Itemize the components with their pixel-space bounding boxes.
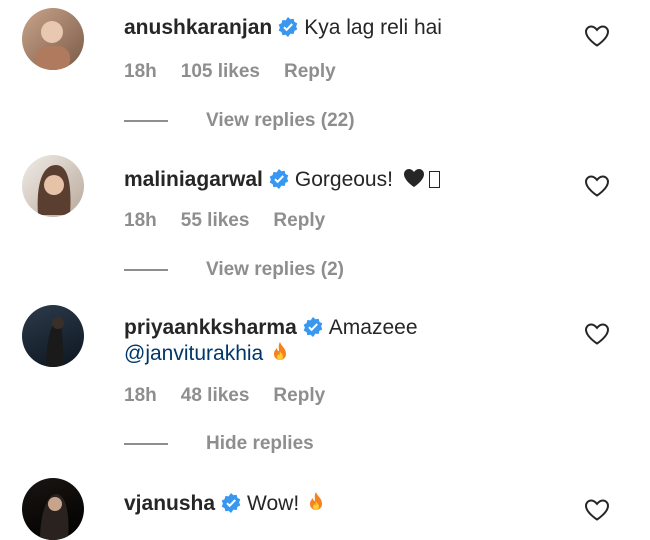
black-heart-emoji-icon bbox=[403, 169, 424, 187]
like-heart-icon[interactable] bbox=[584, 24, 610, 48]
comment-time: 18h bbox=[124, 61, 157, 82]
comment-time: 18h bbox=[124, 210, 157, 231]
avatar[interactable] bbox=[22, 155, 84, 217]
reply-button[interactable]: Reply bbox=[273, 385, 325, 406]
comment-text: Kya lag reli hai bbox=[304, 16, 442, 39]
comment-username[interactable]: priyaankksharma bbox=[124, 316, 297, 339]
like-heart-icon[interactable] bbox=[584, 322, 610, 346]
comment-likes[interactable]: 48 likes bbox=[181, 385, 250, 406]
thread-divider bbox=[124, 443, 168, 445]
fire-emoji-icon bbox=[310, 492, 323, 510]
thread-divider bbox=[124, 120, 168, 122]
view-replies-button[interactable]: View replies (22) bbox=[206, 110, 355, 131]
verified-icon bbox=[303, 317, 323, 337]
missing-glyph-icon bbox=[428, 171, 440, 188]
mention-link[interactable]: @janviturakhia bbox=[124, 342, 263, 365]
comment-username[interactable]: anushkaranjan bbox=[124, 16, 272, 39]
like-heart-icon[interactable] bbox=[584, 498, 610, 522]
verified-icon bbox=[269, 169, 289, 189]
verified-icon bbox=[278, 17, 298, 37]
thread-divider bbox=[124, 269, 168, 271]
comment-likes[interactable]: 55 likes bbox=[181, 210, 250, 231]
avatar[interactable] bbox=[22, 305, 84, 367]
fire-emoji-icon bbox=[274, 342, 287, 360]
reply-button[interactable]: Reply bbox=[273, 210, 325, 231]
view-replies-button[interactable]: View replies (2) bbox=[206, 259, 344, 280]
comment-text: Amazeee bbox=[328, 316, 418, 339]
reply-button[interactable]: Reply bbox=[284, 61, 336, 82]
comment-username[interactable]: maliniagarwal bbox=[124, 168, 263, 191]
avatar[interactable] bbox=[22, 8, 84, 70]
comment-likes[interactable]: 105 likes bbox=[181, 61, 260, 82]
avatar[interactable] bbox=[22, 478, 84, 540]
like-heart-icon[interactable] bbox=[584, 174, 610, 198]
comment-time: 18h bbox=[124, 385, 157, 406]
verified-icon bbox=[221, 493, 241, 513]
comment-text: Wow! bbox=[247, 492, 300, 515]
comment-text: Gorgeous! bbox=[294, 168, 393, 191]
comment-username[interactable]: vjanusha bbox=[124, 492, 215, 515]
hide-replies-button[interactable]: Hide replies bbox=[206, 433, 314, 454]
